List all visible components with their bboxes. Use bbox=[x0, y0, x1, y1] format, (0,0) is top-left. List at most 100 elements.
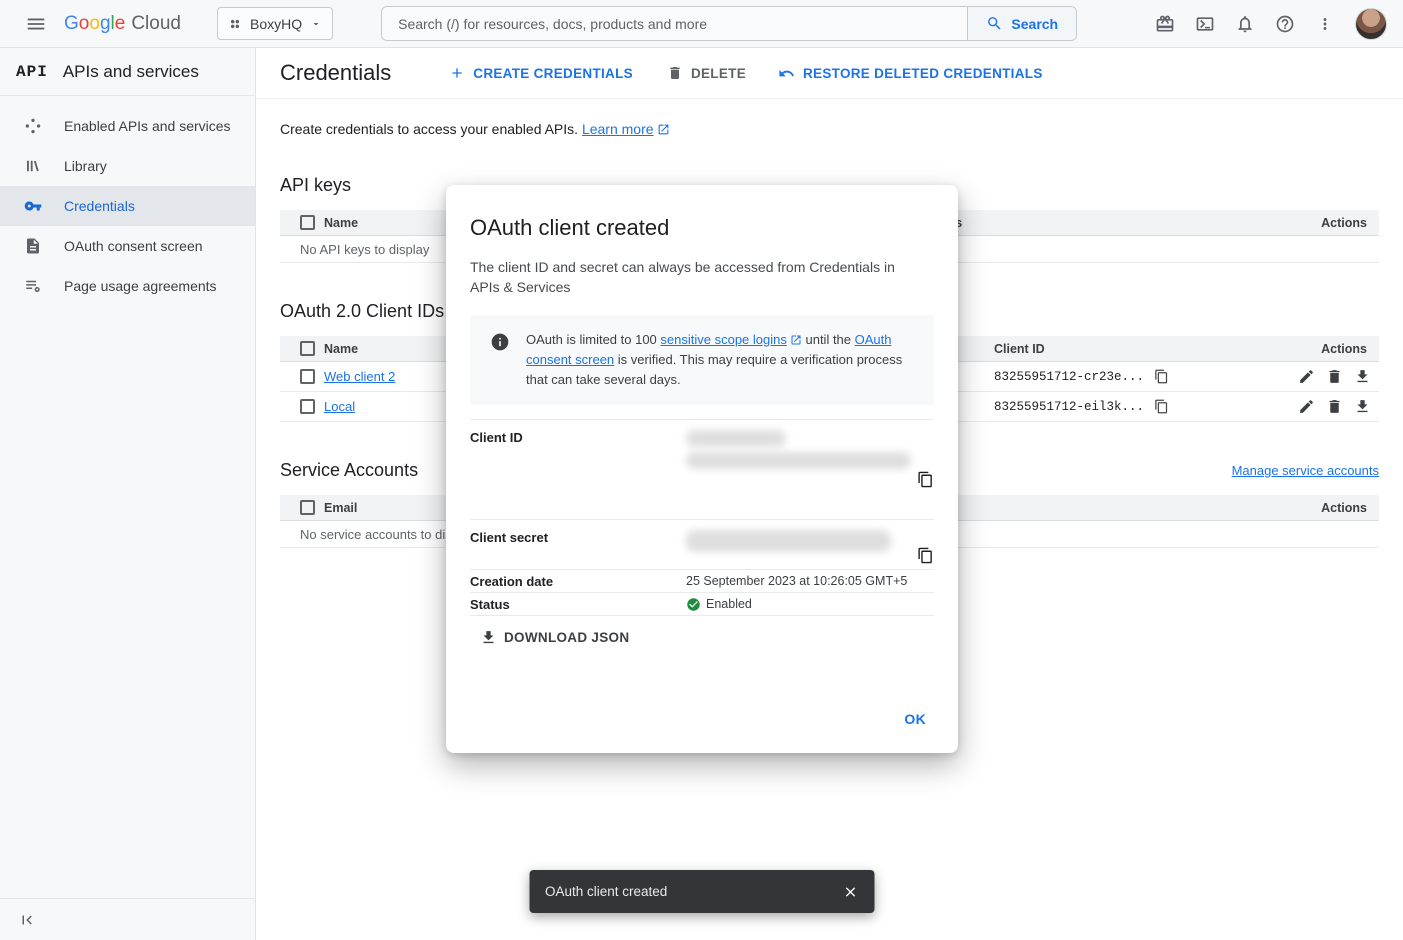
edit-pencil-icon[interactable] bbox=[1298, 398, 1315, 415]
client-id-value-redacted bbox=[686, 430, 934, 488]
sidebar-item-library[interactable]: Library bbox=[0, 146, 255, 186]
copy-icon[interactable] bbox=[1154, 369, 1169, 384]
status-text: Enabled bbox=[706, 597, 752, 611]
intro-text: Create credentials to access your enable… bbox=[280, 121, 1379, 137]
avatar[interactable] bbox=[1355, 8, 1387, 40]
dialog-subtitle: The client ID and secret can always be a… bbox=[470, 257, 912, 297]
intro-sentence: Create credentials to access your enable… bbox=[280, 121, 578, 137]
oauth-client-created-dialog: OAuth client created The client ID and s… bbox=[446, 185, 958, 753]
copy-icon[interactable] bbox=[917, 471, 934, 488]
redacted-bar bbox=[686, 530, 891, 552]
cloud-shell-icon[interactable] bbox=[1185, 4, 1225, 44]
download-icon[interactable] bbox=[1354, 368, 1371, 385]
edit-pencil-icon[interactable] bbox=[1298, 368, 1315, 385]
notice-mid: until the bbox=[802, 332, 855, 347]
google-cloud-logo[interactable]: G o o g l e Cloud bbox=[64, 13, 181, 35]
undo-icon bbox=[778, 65, 795, 82]
agreements-icon bbox=[24, 277, 42, 295]
creation-date-row: Creation date 25 September 2023 at 10:26… bbox=[470, 570, 934, 593]
sensitive-scope-logins-link[interactable]: sensitive scope logins bbox=[660, 332, 801, 347]
status-value: Enabled bbox=[686, 597, 934, 612]
delete-button[interactable]: DELETE bbox=[667, 65, 746, 81]
download-icon bbox=[480, 629, 497, 646]
creation-date-label: Creation date bbox=[470, 574, 686, 589]
plus-icon bbox=[449, 65, 465, 81]
project-name: BoxyHQ bbox=[250, 16, 302, 32]
download-icon[interactable] bbox=[1354, 398, 1371, 415]
row-checkbox[interactable] bbox=[300, 399, 315, 414]
logo-letter: e bbox=[115, 13, 126, 35]
create-credentials-button[interactable]: CREATE CREDENTIALS bbox=[449, 65, 633, 81]
select-all-checkbox[interactable] bbox=[300, 500, 315, 515]
info-icon bbox=[490, 332, 510, 352]
oauth-clients-heading: OAuth 2.0 Client IDs bbox=[280, 301, 444, 322]
download-json-button[interactable]: DOWNLOAD JSON bbox=[474, 625, 635, 650]
logo-cloud-text: Cloud bbox=[131, 13, 181, 35]
api-product-logo: API bbox=[16, 63, 48, 81]
sidebar-item-label: Enabled APIs and services bbox=[64, 118, 231, 134]
api-keys-heading: API keys bbox=[280, 175, 351, 196]
sidebar-item-label: Page usage agreements bbox=[64, 278, 217, 294]
sidebar-nav: Enabled APIs and services Library Creden… bbox=[0, 96, 255, 306]
delete-trash-icon[interactable] bbox=[1326, 398, 1343, 415]
sidebar-item-credentials[interactable]: Credentials bbox=[0, 186, 255, 226]
select-all-checkbox[interactable] bbox=[300, 215, 315, 230]
redacted-bar bbox=[686, 430, 786, 447]
chevron-down-icon bbox=[310, 18, 322, 30]
trash-icon bbox=[667, 65, 683, 81]
sidebar-item-oauth-consent[interactable]: OAuth consent screen bbox=[0, 226, 255, 266]
toast-close-button[interactable] bbox=[832, 874, 868, 910]
service-accounts-heading: Service Accounts bbox=[280, 460, 418, 481]
gift-icon[interactable] bbox=[1145, 4, 1185, 44]
sidebar-title: APIs and services bbox=[63, 62, 199, 82]
learn-more-link[interactable]: Learn more bbox=[582, 121, 670, 137]
notifications-bell-icon[interactable] bbox=[1225, 4, 1265, 44]
redacted-client-id bbox=[686, 430, 911, 469]
client-id-row: Client ID bbox=[470, 420, 934, 520]
restore-deleted-credentials-button[interactable]: RESTORE DELETED CREDENTIALS bbox=[778, 65, 1043, 82]
column-header-actions: Actions bbox=[1259, 501, 1379, 515]
dialog-notice: OAuth is limited to 100 sensitive scope … bbox=[470, 315, 934, 405]
dialog-fields: Client ID Client secret Creation date 25… bbox=[470, 419, 934, 616]
search-input[interactable] bbox=[382, 7, 967, 40]
notice-text: OAuth is limited to 100 sensitive scope … bbox=[526, 330, 920, 390]
copy-icon[interactable] bbox=[1154, 399, 1169, 414]
more-options-icon[interactable] bbox=[1305, 4, 1345, 44]
client-id-cell: 83255951712-eil3k... bbox=[994, 399, 1259, 414]
client-id-cell: 83255951712-cr23e... bbox=[994, 369, 1259, 384]
enabled-apis-icon bbox=[24, 117, 42, 135]
manage-service-accounts-link[interactable]: Manage service accounts bbox=[1232, 463, 1379, 478]
client-id-label: Client ID bbox=[470, 430, 686, 519]
search-bar: Search bbox=[381, 6, 1077, 41]
row-actions bbox=[1259, 398, 1379, 415]
create-credentials-label: CREATE CREDENTIALS bbox=[473, 66, 633, 81]
learn-more-label: Learn more bbox=[582, 121, 654, 137]
sidebar-item-page-usage-agreements[interactable]: Page usage agreements bbox=[0, 266, 255, 306]
hamburger-menu-icon[interactable] bbox=[16, 4, 56, 44]
toast: OAuth client created bbox=[529, 870, 874, 913]
sidebar-item-label: Credentials bbox=[64, 198, 135, 214]
copy-icon[interactable] bbox=[917, 547, 934, 564]
client-secret-row: Client secret bbox=[470, 520, 934, 570]
notice-pre: OAuth is limited to 100 bbox=[526, 332, 660, 347]
status-row: Status Enabled bbox=[470, 593, 934, 616]
client-id-value: 83255951712-cr23e... bbox=[994, 370, 1144, 384]
project-selector[interactable]: BoxyHQ bbox=[217, 7, 333, 40]
client-name-link[interactable]: Local bbox=[324, 399, 355, 414]
collapse-sidebar-button[interactable] bbox=[0, 898, 255, 940]
row-checkbox[interactable] bbox=[300, 369, 315, 384]
column-header-client-id: Client ID bbox=[994, 342, 1259, 356]
key-icon bbox=[24, 197, 42, 215]
ok-button[interactable]: OK bbox=[896, 705, 934, 733]
select-all-checkbox[interactable] bbox=[300, 341, 315, 356]
search-button[interactable]: Search bbox=[967, 7, 1076, 40]
client-name-link[interactable]: Web client 2 bbox=[324, 369, 395, 384]
logo-letter: o bbox=[89, 13, 100, 35]
help-icon[interactable] bbox=[1265, 4, 1305, 44]
sidebar-header: API APIs and services bbox=[0, 48, 255, 96]
toast-message: OAuth client created bbox=[545, 884, 667, 899]
status-label: Status bbox=[470, 597, 686, 612]
sidebar-item-enabled-apis[interactable]: Enabled APIs and services bbox=[0, 106, 255, 146]
delete-trash-icon[interactable] bbox=[1326, 368, 1343, 385]
topbar-actions bbox=[1145, 4, 1387, 44]
